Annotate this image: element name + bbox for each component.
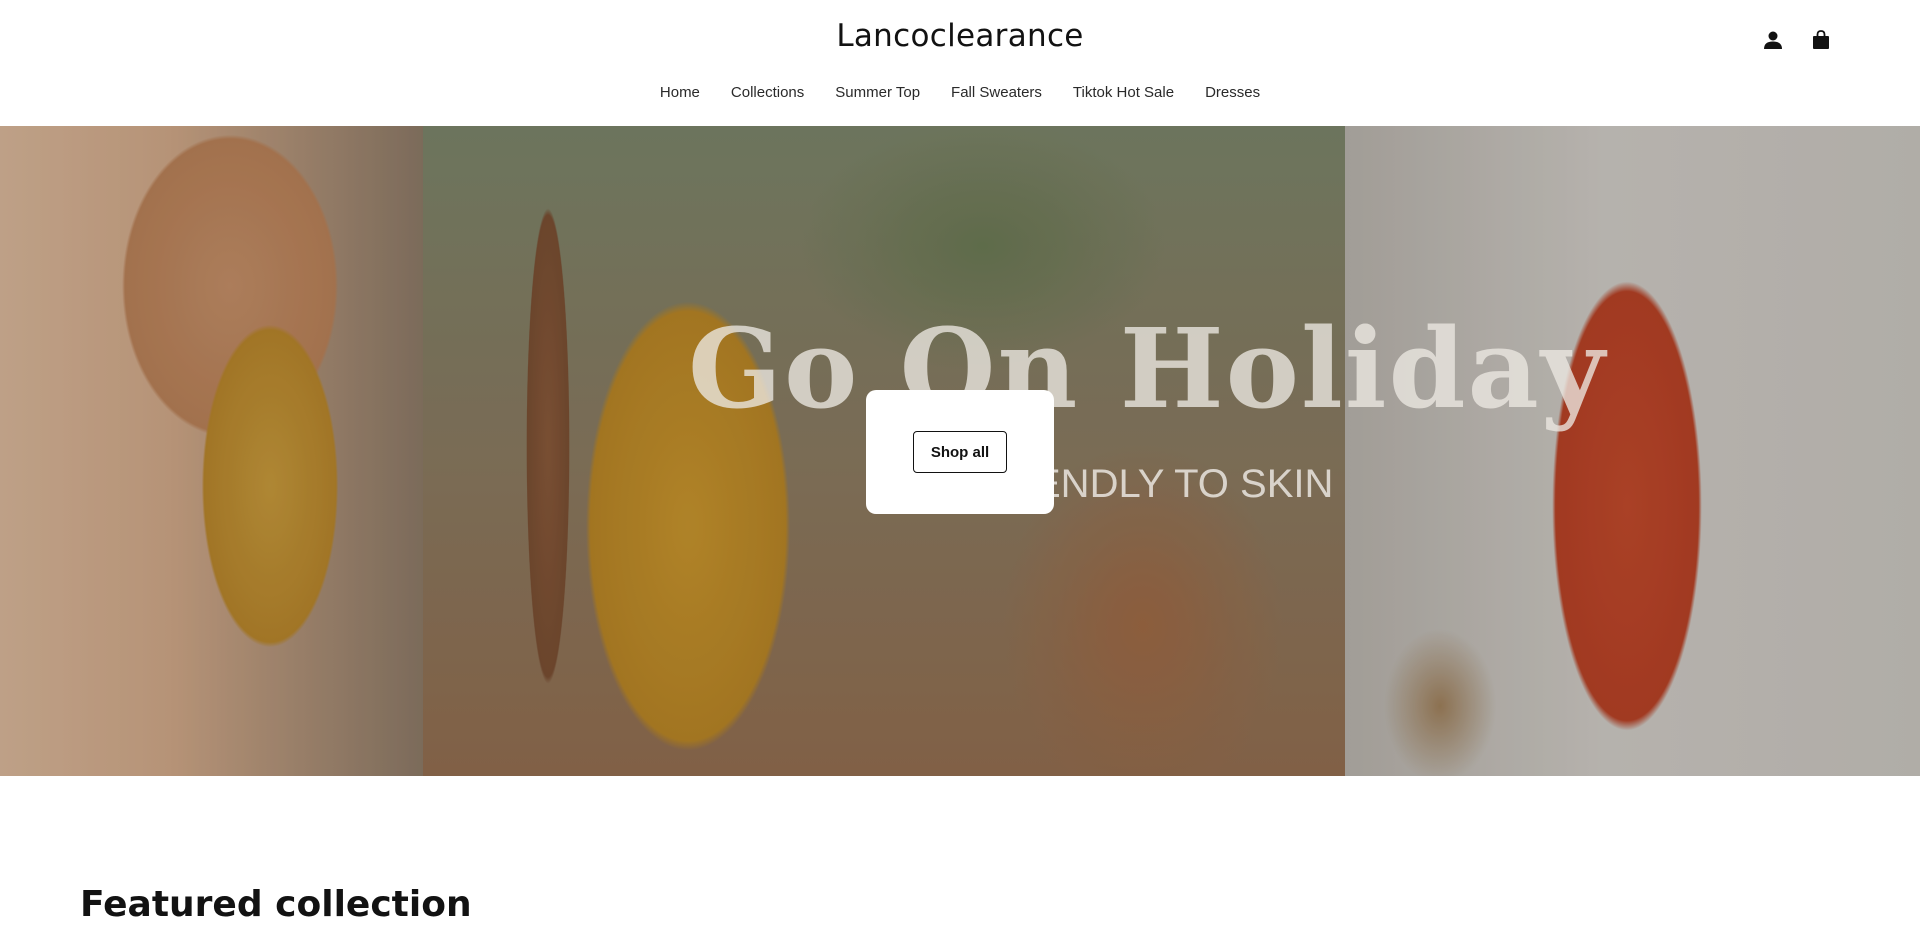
nav-item-collections[interactable]: Collections (715, 84, 819, 101)
account-icon[interactable] (1762, 28, 1784, 52)
hero-content-box: Shop all (866, 390, 1054, 514)
site-header: Lancoclearance Home Collections Summer T… (0, 0, 1920, 126)
main-nav: Home Collections Summer Top Fall Sweater… (0, 84, 1920, 101)
nav-item-home[interactable]: Home (644, 84, 715, 101)
hero-banner: Go On Holiday ENDLY TO SKIN Shop all (0, 126, 1920, 776)
nav-item-fall-sweaters[interactable]: Fall Sweaters (936, 84, 1058, 101)
featured-collection-heading: Featured collection (80, 883, 472, 925)
hero-headline: Go On Holiday (688, 304, 1607, 433)
nav-item-dresses[interactable]: Dresses (1190, 84, 1276, 101)
store-logo[interactable]: Lancoclearance (0, 18, 1920, 54)
hero-subline: ENDLY TO SKIN (1034, 462, 1334, 506)
nav-item-summer-top[interactable]: Summer Top (820, 84, 936, 101)
nav-item-tiktok-hot-sale[interactable]: Tiktok Hot Sale (1057, 84, 1189, 101)
cart-icon[interactable] (1810, 28, 1832, 52)
header-icons (1762, 28, 1832, 52)
shop-all-button[interactable]: Shop all (913, 431, 1007, 473)
